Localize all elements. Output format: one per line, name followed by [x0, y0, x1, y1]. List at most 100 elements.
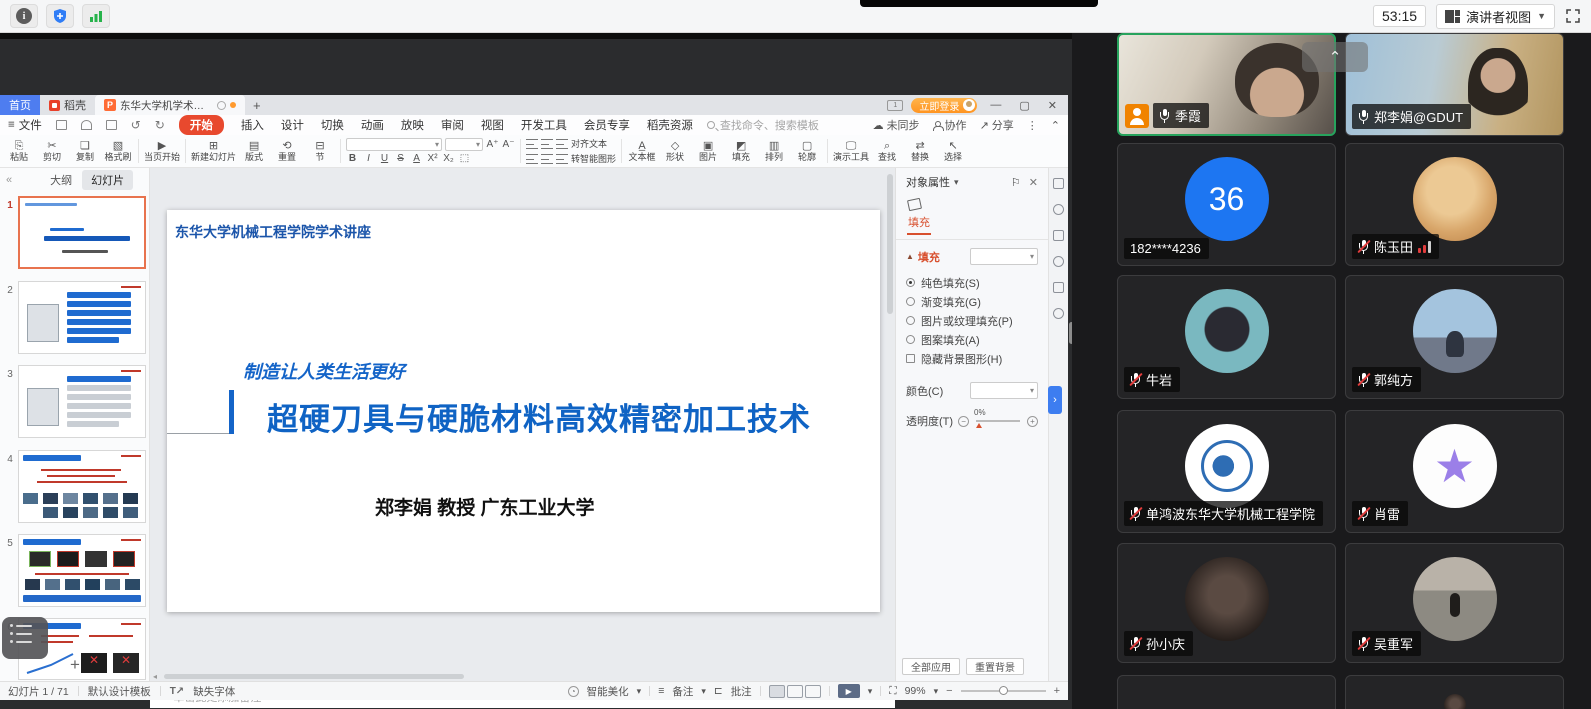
cut-button[interactable]: ✂剪切	[37, 136, 67, 166]
zoom-out-button[interactable]: −	[946, 685, 952, 697]
option-hide-background[interactable]: 隐藏背景图形(H)	[906, 349, 1038, 368]
menu-devtools[interactable]: 开发工具	[521, 117, 567, 133]
expand-panel-button[interactable]: ›	[1048, 386, 1062, 414]
section-button[interactable]: ⊟节	[305, 136, 335, 166]
help-panel-icon[interactable]	[1053, 256, 1064, 267]
participant-tile[interactable]: 郭纯方	[1345, 275, 1564, 399]
find-button[interactable]: ⌕查找	[872, 136, 902, 166]
comments-button[interactable]: 批注	[731, 684, 752, 699]
paste-button[interactable]: ⎘粘贴	[4, 136, 34, 166]
shape-button[interactable]: ◇形状	[660, 136, 690, 166]
italic-button[interactable]: I	[362, 153, 375, 164]
participant-tile[interactable]: ★ 肖雷	[1345, 410, 1564, 533]
vertical-scrollbar[interactable]	[887, 174, 893, 314]
export-icon[interactable]	[81, 120, 92, 130]
fill-button[interactable]: ◩填充	[726, 136, 756, 166]
font-increase-button[interactable]: A⁺	[486, 139, 499, 150]
zoom-slider[interactable]	[961, 690, 1046, 692]
color-select[interactable]: ▾	[970, 382, 1038, 399]
alpha-minus-button[interactable]: −	[958, 416, 969, 427]
view-mode-button[interactable]: 演讲者视图 ▼	[1436, 4, 1555, 29]
chevron-down-icon[interactable]: ▾	[954, 177, 959, 188]
replace-button[interactable]: ⇄替换	[905, 136, 935, 166]
tab-docer[interactable]: 稻壳	[40, 95, 95, 115]
fill-preset-select[interactable]: ▾	[970, 248, 1038, 265]
close-button[interactable]: ✕	[1043, 99, 1062, 112]
scroll-left-icon[interactable]: ◂	[153, 672, 157, 681]
line-spacing-icon[interactable]	[556, 154, 568, 164]
layout-button[interactable]: ▤版式	[239, 136, 269, 166]
reset-button[interactable]: ⟲重置	[272, 136, 302, 166]
participant-tile[interactable]: 36 182****4236	[1117, 143, 1336, 266]
collapse-videos-button[interactable]: ⌃	[1302, 42, 1368, 72]
menu-docer-res[interactable]: 稻壳资源	[647, 117, 693, 133]
format-painter-button[interactable]: ▧格式刷	[103, 136, 133, 166]
slide[interactable]: 东华大学机械工程学院学术讲座 制造让人类生活更好 超硬刀具与硬脆材料高效精密加工…	[167, 210, 880, 612]
font-size-select[interactable]: ▾	[445, 138, 483, 151]
network-stats-button[interactable]	[82, 4, 110, 28]
menu-member[interactable]: 会员专享	[584, 117, 630, 133]
align-center-icon[interactable]	[541, 154, 553, 164]
tab-document[interactable]: P 东华大学机学术讲...郑李娟 0426	[95, 95, 245, 115]
tab-slides[interactable]: 幻灯片	[82, 170, 133, 190]
more-panel-icon[interactable]	[1053, 308, 1064, 319]
participant-tile[interactable]: 郑李娟@GDUT	[1345, 33, 1564, 136]
strikethrough-button[interactable]: S	[394, 153, 407, 164]
zoom-in-button[interactable]: +	[1054, 685, 1060, 697]
menu-design[interactable]: 设计	[281, 117, 304, 133]
fullscreen-icon[interactable]	[1565, 8, 1581, 24]
zoom-level[interactable]: 99%	[905, 685, 926, 697]
font-decrease-button[interactable]: A⁻	[502, 139, 515, 150]
option-solid-fill[interactable]: 纯色填充(S)	[906, 273, 1038, 292]
present-tools-button[interactable]: 🖵演示工具	[833, 136, 869, 166]
option-gradient-fill[interactable]: 渐变填充(G)	[906, 292, 1038, 311]
font-color-button[interactable]: A	[410, 153, 423, 164]
picture-button[interactable]: ▣图片	[693, 136, 723, 166]
design-panel-icon[interactable]	[1053, 230, 1064, 241]
tab-list-icon[interactable]: 1	[887, 100, 903, 111]
align-left-icon[interactable]	[526, 154, 538, 164]
slide-thumbnail-5[interactable]	[18, 534, 146, 607]
close-icon[interactable]: ✕	[1029, 176, 1038, 189]
undo-icon[interactable]: ↺	[131, 118, 141, 132]
tab-home[interactable]: 首页	[0, 95, 40, 115]
copy-button[interactable]: ❏复制	[70, 136, 100, 166]
floating-controls-notch[interactable]	[860, 0, 1098, 7]
participant-tile-partial[interactable]	[1117, 675, 1336, 709]
slideshow-play-button[interactable]: ▶	[838, 684, 860, 698]
comment-panel-icon[interactable]	[1053, 282, 1064, 293]
new-tab-button[interactable]: +	[245, 95, 269, 115]
properties-panel-icon[interactable]	[1053, 178, 1064, 189]
outline-button[interactable]: ▢轮廓	[792, 136, 822, 166]
alpha-plus-button[interactable]: +	[1027, 416, 1038, 427]
sync-status[interactable]: ☁未同步	[873, 117, 920, 133]
animation-panel-icon[interactable]	[1053, 204, 1064, 215]
beautify-button[interactable]: 智能美化	[587, 684, 629, 699]
slide-thumbnail-4[interactable]	[18, 450, 146, 523]
participant-tile[interactable]: 单鸿波东华大学机械工程学院	[1117, 410, 1336, 533]
maximize-button[interactable]: ▢	[1014, 99, 1034, 112]
participant-tile-partial[interactable]	[1345, 675, 1564, 709]
save-icon[interactable]	[56, 120, 67, 130]
share-button[interactable]: ↗分享	[980, 117, 1014, 133]
security-button[interactable]	[46, 4, 74, 28]
participant-tile[interactable]: 陈玉田	[1345, 143, 1564, 266]
horizontal-scrollbar[interactable]	[164, 674, 464, 679]
highlight-button[interactable]: ⬚	[458, 153, 471, 164]
notes-button[interactable]: 备注	[672, 684, 693, 699]
new-slide-button[interactable]: ⊞新建幻灯片	[191, 136, 236, 166]
font-family-select[interactable]: ▾	[346, 138, 442, 151]
underline-button[interactable]: U	[378, 153, 391, 164]
zoom-slider-thumb[interactable]	[999, 686, 1008, 695]
menu-start[interactable]: 开始	[179, 115, 224, 135]
floating-annotation-widget[interactable]	[2, 617, 48, 659]
text-box-button[interactable]: A̲文本框	[627, 136, 657, 166]
menu-animation[interactable]: 动画	[361, 117, 384, 133]
menu-review[interactable]: 审阅	[441, 117, 464, 133]
participant-tile[interactable]: 吴重军	[1345, 543, 1564, 663]
menu-view[interactable]: 视图	[481, 117, 504, 133]
info-button[interactable]: i	[10, 4, 38, 28]
menu-slideshow[interactable]: 放映	[401, 117, 424, 133]
pin-icon[interactable]: ⚐	[1011, 176, 1021, 189]
sorter-view-button[interactable]	[787, 685, 803, 698]
